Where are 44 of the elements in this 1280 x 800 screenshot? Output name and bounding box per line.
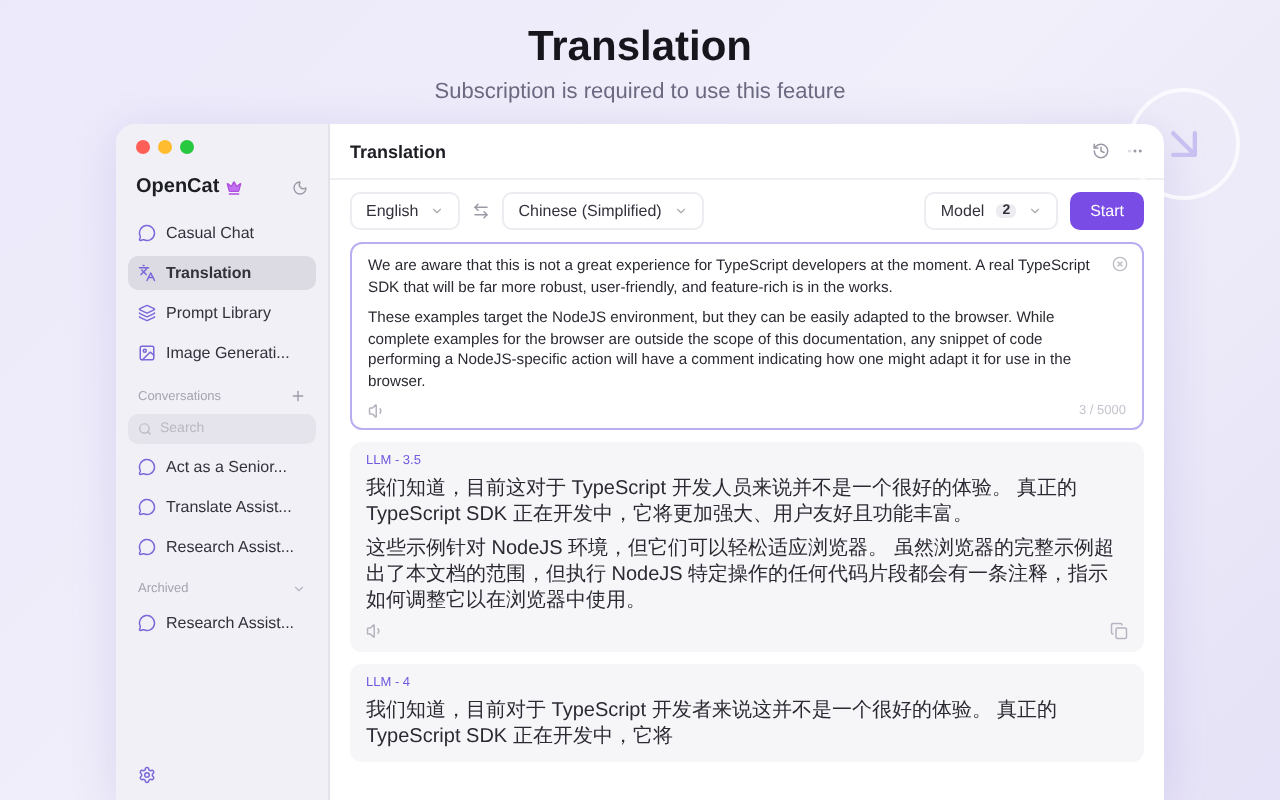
chevron-down-icon bbox=[673, 204, 688, 218]
maximize-window-control[interactable] bbox=[180, 140, 194, 154]
chat-bubble-icon bbox=[138, 458, 156, 476]
chevron-down-icon bbox=[1028, 204, 1043, 218]
crown-icon bbox=[225, 179, 242, 195]
subtitle: Subscription is required to use this feature bbox=[434, 80, 846, 104]
layers-icon bbox=[138, 304, 156, 322]
app-name: OpenCat bbox=[136, 176, 220, 198]
source-language-dropdown[interactable]: English bbox=[350, 192, 461, 230]
conversation-item[interactable]: Research Assist... bbox=[128, 606, 316, 640]
image-icon bbox=[138, 344, 156, 362]
minimize-window-control[interactable] bbox=[158, 140, 172, 154]
translation-text: 我们知道，目前这对于 TypeScript 开发人员来说并不是一个很好的体验。 真正的 TypeScript SDK 正在开发中，它将更加强大、用户友好且功能丰富。 bbox=[366, 476, 1080, 528]
sidebar-item[interactable]: Image Generati... bbox=[128, 336, 316, 370]
conversation-item[interactable]: Translate Assist... bbox=[128, 490, 316, 524]
page-title: Translation bbox=[527, 24, 752, 72]
start-button[interactable]: Start bbox=[1070, 192, 1144, 230]
speaker-icon[interactable] bbox=[368, 402, 386, 420]
target-language-dropdown[interactable]: Chinese (Simplified) bbox=[502, 192, 704, 230]
sidebar-item[interactable]: Prompt Library bbox=[128, 296, 316, 330]
translation-text: 这些示例针对 NodeJS 环境，但它们可以轻松适应浏览器。 虽然浏览器的完整示例超出了本文档的范围，但执行 NodeJS 特定操作的任何代码片段都会有一条注释，指示如何调整它以在浏览器中使用。 bbox=[366, 536, 1116, 614]
speaker-icon[interactable] bbox=[366, 622, 384, 640]
search-icon bbox=[138, 422, 152, 436]
conversation-item[interactable]: Research Assist... bbox=[128, 530, 316, 564]
settings-icon[interactable] bbox=[138, 766, 156, 784]
chevron-down-icon bbox=[430, 204, 445, 218]
close-window-control[interactable] bbox=[136, 140, 150, 154]
sidebar-item[interactable]: Translation bbox=[128, 256, 316, 290]
chat-bubble-icon bbox=[138, 224, 156, 242]
theme-toggle-icon[interactable] bbox=[292, 179, 308, 195]
panel-title: Translation bbox=[350, 141, 447, 161]
chevron-down-icon[interactable] bbox=[292, 582, 306, 596]
swap-icon[interactable] bbox=[472, 202, 491, 220]
chat-bubble-icon bbox=[138, 538, 156, 556]
chat-bubble-icon bbox=[138, 614, 156, 632]
conversation-item[interactable]: Act as a Senior... bbox=[128, 450, 316, 484]
translate-icon bbox=[138, 264, 156, 282]
sidebar-item[interactable]: Casual Chat bbox=[128, 216, 316, 250]
add-icon[interactable] bbox=[290, 388, 306, 404]
history-icon[interactable] bbox=[1092, 142, 1110, 160]
clear-icon[interactable] bbox=[1112, 256, 1128, 272]
copy-icon[interactable] bbox=[1110, 622, 1128, 640]
chat-bubble-icon bbox=[138, 498, 156, 516]
translation-text: 我们知道，目前对于 TypeScript 开发者来说这并不是一个很好的体验。 真正的 TypeScript SDK 正在开发中，它将 bbox=[366, 698, 1060, 750]
